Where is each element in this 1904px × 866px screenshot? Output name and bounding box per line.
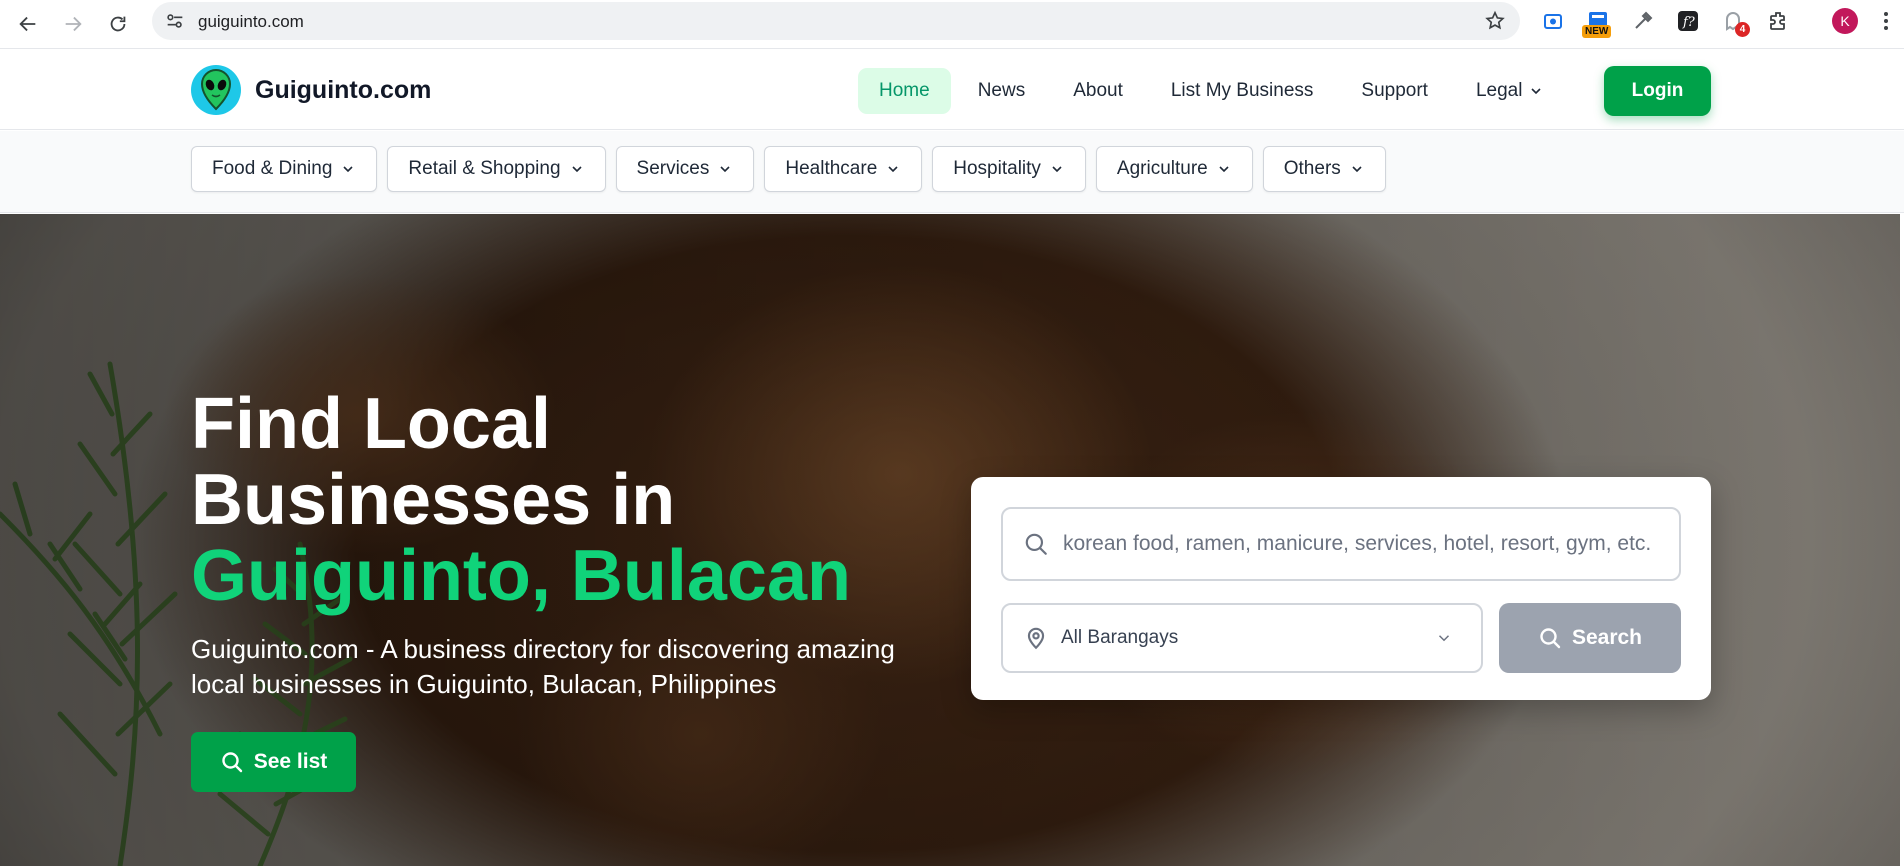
ghost-extension-icon[interactable]: 4	[1720, 8, 1750, 37]
category-label: Retail & Shopping	[408, 158, 561, 179]
see-list-label: See list	[253, 750, 328, 773]
category-retail-shopping[interactable]: Retail & Shopping	[387, 146, 606, 192]
location-pin-icon	[1027, 627, 1045, 650]
eyedropper-extension-icon[interactable]	[1630, 8, 1656, 34]
arrow-right-icon	[65, 16, 82, 32]
new-extension-icon[interactable]: NEW	[1582, 8, 1612, 38]
category-label: Services	[636, 158, 710, 179]
category-food-dining[interactable]: Food & Dining	[191, 146, 378, 192]
category-label: Agriculture	[1116, 158, 1208, 179]
site-logo[interactable]: Guiguinto.com	[191, 65, 431, 115]
reload-button[interactable]	[100, 6, 136, 42]
barangay-selected-value: All Barangays	[1061, 627, 1179, 648]
category-others[interactable]: Others	[1262, 146, 1386, 192]
search-button-label: Search	[1571, 626, 1643, 649]
alien-logo-icon	[191, 65, 241, 115]
search-icon	[222, 752, 242, 773]
see-list-button[interactable]: See list	[191, 732, 356, 792]
barangay-select[interactable]: All Barangays	[1001, 603, 1483, 673]
category-label: Healthcare	[785, 158, 878, 179]
extensions-puzzle-icon[interactable]	[1765, 8, 1791, 34]
chevron-down-icon	[888, 166, 898, 173]
search-icon	[1540, 628, 1561, 649]
hero-title-accent: Guiguinto, Bulacan	[191, 536, 851, 616]
nav-news[interactable]: News	[957, 68, 1047, 114]
site-settings-icon[interactable]	[164, 10, 186, 32]
nav-about[interactable]: About	[1052, 68, 1144, 114]
login-button[interactable]: Login	[1604, 66, 1711, 116]
chevron-down-icon	[1531, 88, 1542, 95]
category-label: Hospitality	[953, 158, 1041, 179]
screen-capture-extension-icon[interactable]	[1540, 8, 1566, 34]
search-field[interactable]	[1001, 507, 1681, 581]
forward-button[interactable]	[55, 6, 91, 42]
new-badge: NEW	[1582, 25, 1612, 38]
chevron-down-icon	[1219, 166, 1229, 173]
hero-subtitle: Guiguinto.com - A business directory for…	[191, 634, 895, 699]
category-agriculture[interactable]: Agriculture	[1095, 146, 1253, 192]
profile-avatar[interactable]: K	[1832, 8, 1858, 34]
site-header: Guiguinto.com Home News About List My Bu…	[0, 50, 1904, 130]
search-icon	[1025, 533, 1047, 555]
search-button[interactable]: Search	[1499, 603, 1681, 673]
chevron-down-icon	[1052, 166, 1062, 173]
nav-legal-label: Legal	[1475, 80, 1523, 101]
fonts-extension-icon[interactable]: f?	[1675, 8, 1701, 34]
browser-menu-icon[interactable]	[1880, 10, 1892, 32]
chevron-down-icon	[571, 166, 582, 173]
chevron-down-icon	[720, 166, 730, 173]
browser-toolbar: guiguinto.com NEW f? 4 K	[0, 0, 1904, 49]
chevron-down-icon	[1438, 635, 1450, 642]
main-nav: Home News About List My Business Support…	[858, 68, 1565, 114]
hero-copy: Find Local Businesses in Guiguinto, Bula…	[191, 386, 951, 702]
svg-text:f?: f?	[1682, 15, 1696, 30]
reload-icon	[110, 16, 126, 32]
brand-name: Guiguinto.com	[255, 75, 432, 104]
notification-count-badge: 4	[1735, 22, 1750, 37]
category-services[interactable]: Services	[615, 146, 755, 192]
nav-home[interactable]: Home	[858, 68, 951, 114]
search-card: All Barangays Search	[971, 477, 1711, 700]
bookmark-star-icon[interactable]	[1484, 10, 1506, 32]
back-button[interactable]	[10, 6, 46, 42]
chevron-down-icon	[343, 166, 353, 173]
hero-title-line-2: Businesses in	[191, 460, 676, 540]
chevron-down-icon	[1352, 166, 1362, 173]
category-bar: Food & Dining Retail & Shopping Services…	[0, 131, 1904, 213]
hero-title-line-1: Find Local	[191, 384, 551, 464]
category-healthcare[interactable]: Healthcare	[764, 146, 923, 192]
url-text: guiguinto.com	[198, 12, 304, 31]
nav-support[interactable]: Support	[1340, 68, 1449, 114]
nav-list-my-business[interactable]: List My Business	[1150, 68, 1335, 114]
category-label: Others	[1283, 158, 1341, 179]
category-label: Food & Dining	[212, 158, 333, 179]
hero-title: Find Local Businesses in Guiguinto, Bula…	[191, 386, 951, 614]
arrow-left-icon	[19, 16, 36, 32]
category-hospitality[interactable]: Hospitality	[932, 146, 1086, 192]
hero-section: Find Local Businesses in Guiguinto, Bula…	[0, 214, 1900, 866]
nav-legal-dropdown[interactable]: Legal	[1455, 68, 1566, 114]
search-input[interactable]	[1063, 532, 1663, 556]
address-bar[interactable]: guiguinto.com	[152, 2, 1520, 40]
